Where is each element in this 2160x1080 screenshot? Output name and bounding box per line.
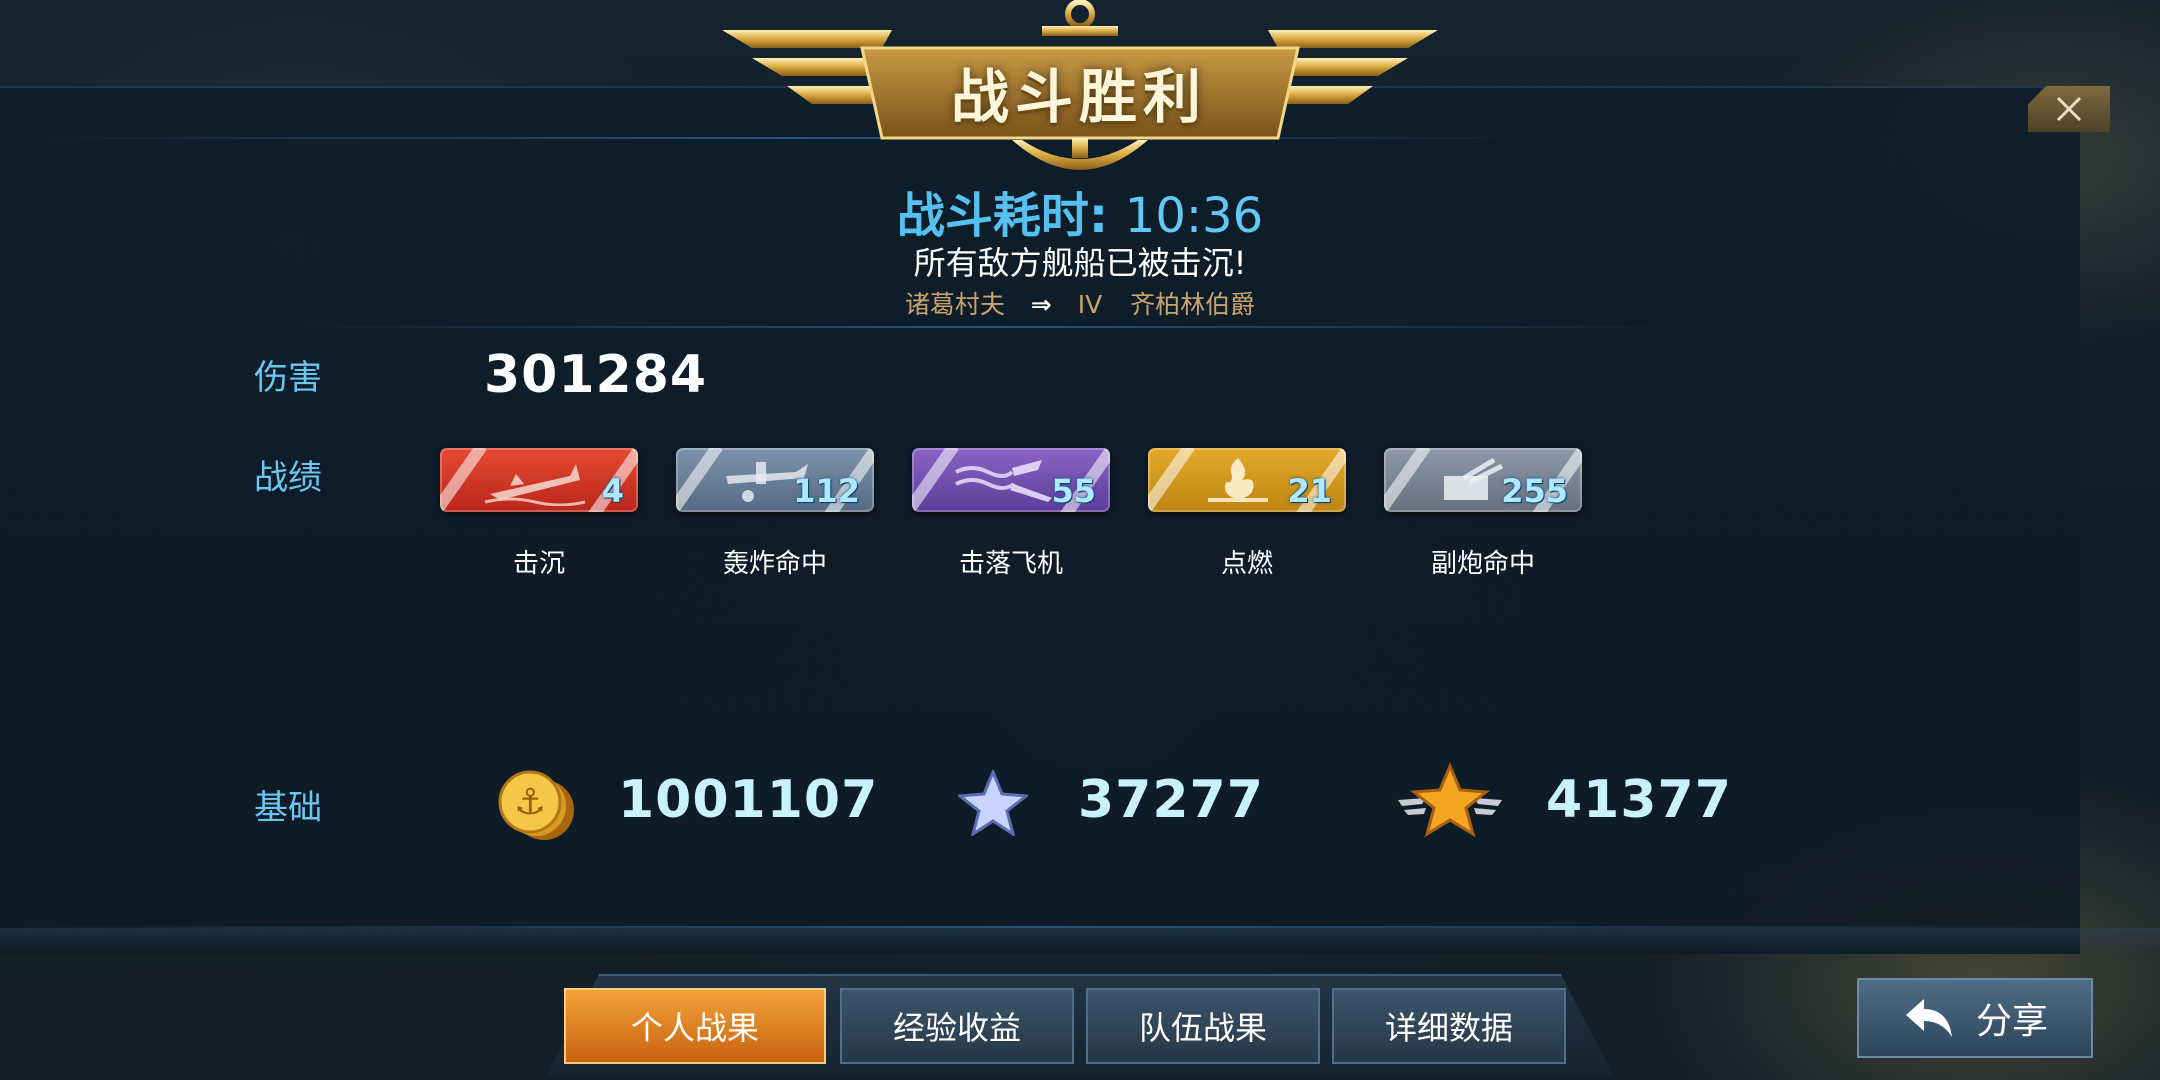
share-arrow-icon [1905,999,1952,1037]
damage-value: 301284 [484,345,708,405]
badge-label: 轰炸命中 [722,549,827,579]
ship-tier: IV [1077,290,1103,319]
fire-icon [1208,458,1268,502]
tab-detailed-data[interactable]: 详细数据 [1332,988,1566,1064]
badge-secondary-hits: 255 [1384,448,1582,512]
commander-name: 诸葛村夫 [904,290,1005,319]
base-label: 基础 [254,788,322,828]
ship-xp-value: 37277 [1078,770,1264,830]
achievements-label: 战绩 [254,458,322,498]
share-button[interactable]: 分享 [1857,978,2093,1058]
tab-xp-earnings[interactable]: 经验收益 [840,988,1074,1064]
badge-planes-shot-down: 55 [912,448,1110,512]
share-label: 分享 [1975,1001,2048,1042]
result-message: 所有敌方舰船已被击沉! [913,244,1247,282]
arrow-icon: ⇒ [1030,290,1052,319]
badge-value: 112 [793,472,860,510]
badge-label: 击沉 [512,549,565,579]
ship-name: 齐柏林伯爵 [1130,290,1256,319]
bottom-band [0,928,2160,952]
commander-xp-star-icon [1398,762,1502,838]
battle-time-label: 战斗耗时: [896,188,1109,244]
divider [300,326,1680,328]
plane-shot-down-icon [955,460,1052,502]
credits-value: 1001107 [618,770,879,830]
ship-info: 诸葛村夫 ⇒ IV 齐柏林伯爵 [0,285,2160,321]
victory-emblem: 战斗胜利 [712,0,1448,180]
badge-label: 点燃 [1220,549,1273,579]
close-button[interactable] [2028,86,2110,132]
damage-label: 伤害 [254,358,322,398]
sinking-ship-icon [484,464,586,506]
badge-fires: 21 [1148,448,1346,512]
svg-text:⚓: ⚓ [514,782,546,823]
tab-team-results[interactable]: 队伍战果 [1086,988,1320,1064]
badge-value: 4 [601,472,624,510]
victory-title: 战斗胜利 [950,63,1207,131]
badge-sinks: 4 [440,448,638,512]
credits-coin-icon: ⚓ [498,770,574,840]
badge-value: 255 [1501,472,1568,510]
close-icon [2056,96,2082,122]
commander-xp-value: 41377 [1546,770,1732,830]
battle-time-value: 10:36 [1124,188,1264,244]
badge-bomb-hits: 112 [676,448,874,512]
badge-label: 击落飞机 [958,549,1063,579]
battle-time: 战斗耗时: 10:36 [0,176,2160,246]
badge-label: 副炮命中 [1430,549,1535,579]
tab-personal-results[interactable]: 个人战果 [564,988,826,1064]
badge-value: 21 [1287,472,1332,510]
badge-value: 55 [1051,472,1096,510]
ship-xp-star-icon [958,770,1028,836]
